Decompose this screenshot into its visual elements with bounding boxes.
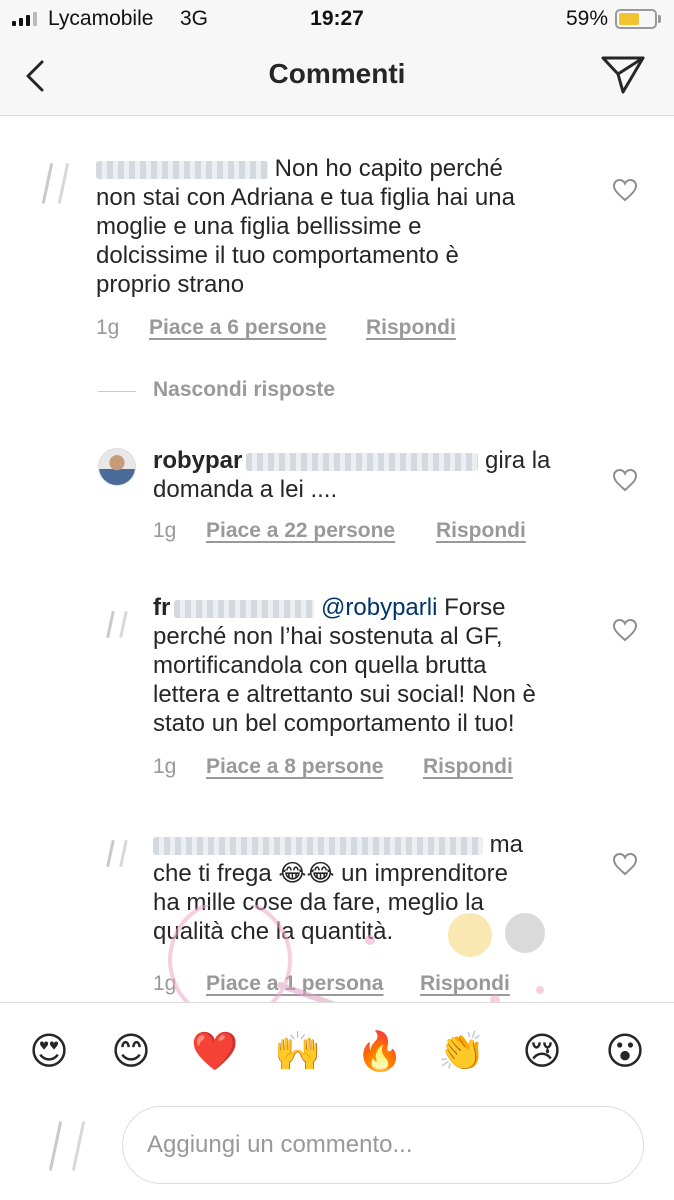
avatar[interactable] (98, 605, 136, 643)
redacted-mention (246, 452, 479, 471)
comment-username[interactable]: fr (153, 594, 170, 621)
reply-button[interactable]: Rispondi (366, 316, 456, 340)
paper-plane-icon[interactable] (600, 54, 646, 96)
comment-text: fr @robyparli Forse perché non l’hai sos… (153, 594, 536, 737)
comment-input[interactable] (122, 1106, 644, 1184)
avatar[interactable] (30, 154, 82, 212)
emoji-heart-eyes-button[interactable]: 😍 (27, 1029, 71, 1073)
comment-time: 1g (153, 519, 177, 542)
divider (98, 391, 136, 392)
emoji-fire-button[interactable]: 🔥 (356, 1029, 403, 1073)
comment-composer (0, 1098, 674, 1200)
likes-link[interactable]: Piace a 6 persone (149, 316, 326, 340)
battery-percent: 59% (566, 7, 609, 30)
emoji-red-heart-button[interactable]: ❤️ (191, 1029, 238, 1073)
hide-replies-label: Nascondi risposte (153, 378, 336, 401)
redacted-username (96, 160, 268, 179)
emoji-smile-button[interactable]: 😊 (109, 1029, 153, 1073)
battery-tip (658, 15, 661, 23)
heart-icon[interactable] (612, 618, 638, 642)
comment-text: Non ho capito perché non stai con Adrian… (96, 155, 515, 298)
likes-link[interactable]: Piace a 22 persone (206, 519, 395, 543)
comments-list[interactable]: Non ho capito perché non stai con Adrian… (0, 116, 674, 1002)
reply-button[interactable]: Rispondi (420, 972, 510, 996)
emoji-shortcut-bar: 😍 😊 ❤️ 🙌 🔥 👏 😢 😮 (0, 1002, 674, 1098)
heart-icon[interactable] (612, 468, 638, 492)
page-title: Commenti (268, 58, 406, 89)
comment: Non ho capito perché non stai con Adrian… (0, 116, 674, 346)
my-avatar (32, 1110, 104, 1182)
emoji-surprised-button[interactable]: 😮 (603, 1029, 647, 1073)
reply-button[interactable]: Rispondi (423, 755, 513, 779)
nav-bar: Commenti (0, 38, 674, 116)
comment-text: ma che ti frega 😂😂 un imprenditore ha mi… (153, 831, 524, 945)
heart-icon[interactable] (612, 178, 638, 202)
mention-link[interactable]: @robyparli (321, 594, 437, 621)
comment-time: 1g (153, 972, 177, 995)
emoji-raised-hands-button[interactable]: 🙌 (274, 1029, 321, 1073)
emoji-cry-button[interactable]: 😢 (520, 1029, 564, 1073)
reply-comment: robypar gira la domanda a lei .... 1g Pi… (0, 436, 674, 556)
avatar[interactable] (98, 448, 136, 486)
comment-username[interactable]: robypar (153, 447, 242, 474)
battery-icon (615, 9, 657, 29)
comment-time: 1g (96, 316, 120, 339)
likes-link[interactable]: Piace a 1 persona (206, 972, 383, 996)
heart-icon[interactable] (612, 852, 638, 876)
comment-text: robypar gira la domanda a lei .... (153, 447, 551, 503)
redacted-username (153, 836, 483, 855)
emoji-clap-button[interactable]: 👏 (438, 1029, 485, 1073)
redacted-username (174, 599, 315, 618)
status-bar: Lycamobile 3G 19:27 59% (0, 0, 674, 38)
comment-time: 1g (153, 755, 177, 778)
likes-link[interactable]: Piace a 8 persone (206, 755, 383, 779)
avatar[interactable] (98, 834, 136, 872)
reply-button[interactable]: Rispondi (436, 519, 526, 543)
reply-comment: ma che ti frega 😂😂 un imprenditore ha mi… (0, 830, 674, 1002)
reply-comment: fr @robyparli Forse perché non l’hai sos… (0, 593, 674, 793)
